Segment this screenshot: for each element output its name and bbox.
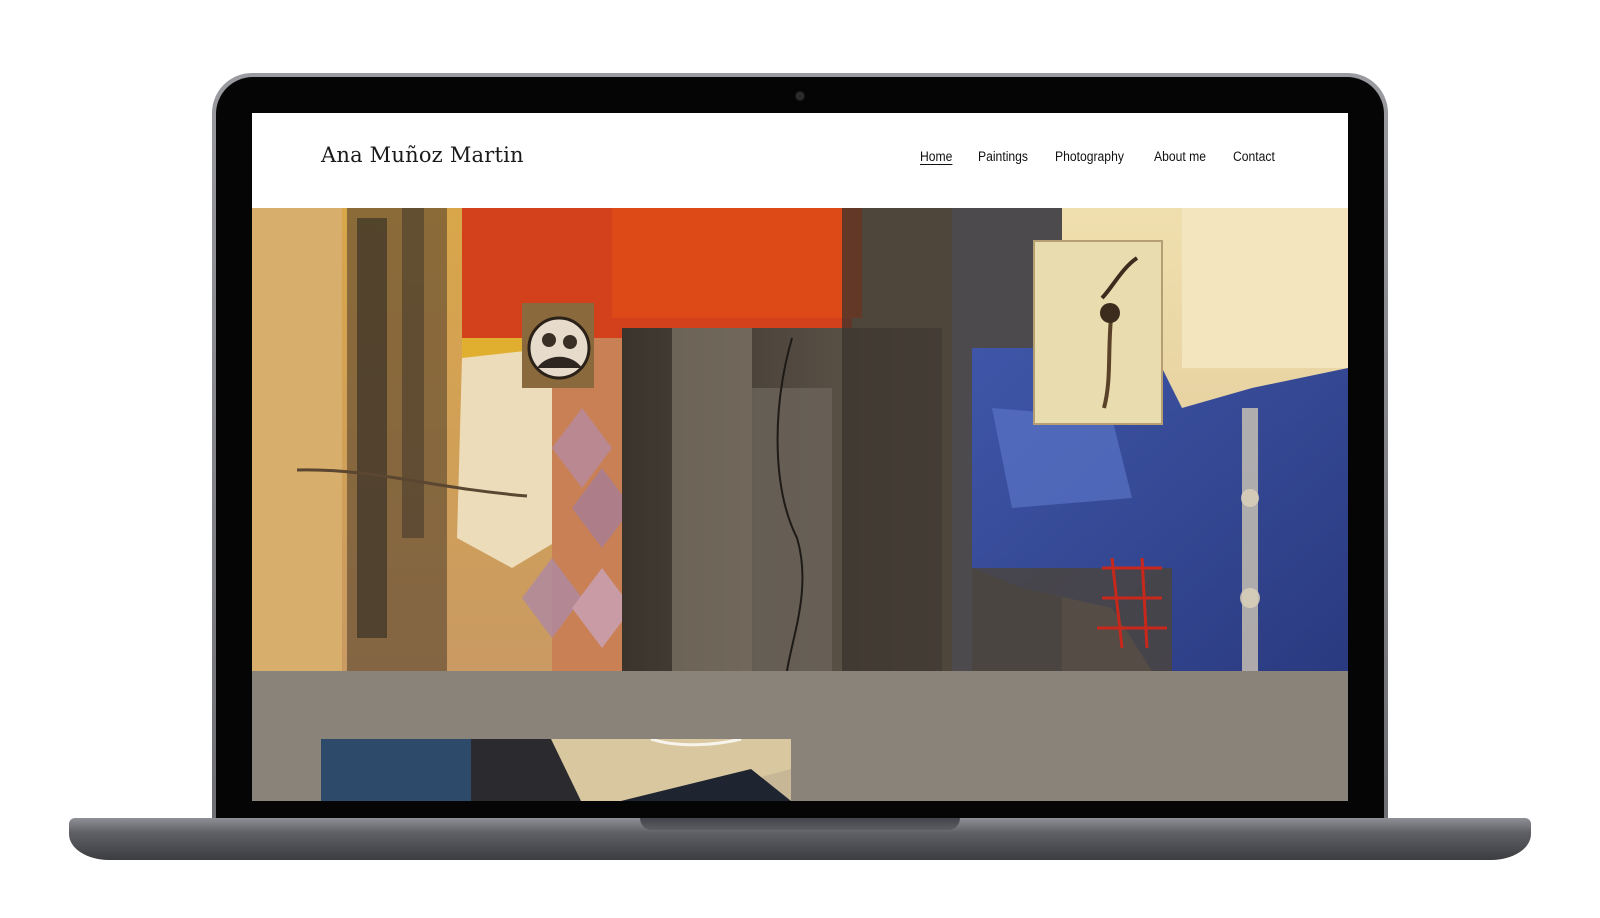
main-nav: Home Paintings Photography About me Cont…: [920, 149, 1280, 164]
browser-screen: Ana Muñoz Martin Home Paintings Photogra…: [252, 113, 1348, 801]
camera-icon: [796, 92, 804, 100]
nav-link-home[interactable]: Home: [920, 149, 952, 164]
thumbnail-image: [321, 739, 791, 801]
featured-painting-thumbnail[interactable]: [321, 739, 791, 801]
nav-link-photography[interactable]: Photography: [1055, 149, 1124, 164]
site-title[interactable]: Ana Muñoz Martin: [321, 143, 524, 167]
nav-link-about[interactable]: About me: [1154, 149, 1206, 164]
content-section: [252, 671, 1348, 801]
laptop-notch: [640, 818, 960, 830]
hero-painting-image: [252, 208, 1348, 671]
nav-link-paintings[interactable]: Paintings: [978, 149, 1028, 164]
abstract-painting: [252, 208, 1348, 671]
site-header: Ana Muñoz Martin Home Paintings Photogra…: [252, 113, 1348, 208]
nav-link-contact[interactable]: Contact: [1233, 149, 1275, 164]
